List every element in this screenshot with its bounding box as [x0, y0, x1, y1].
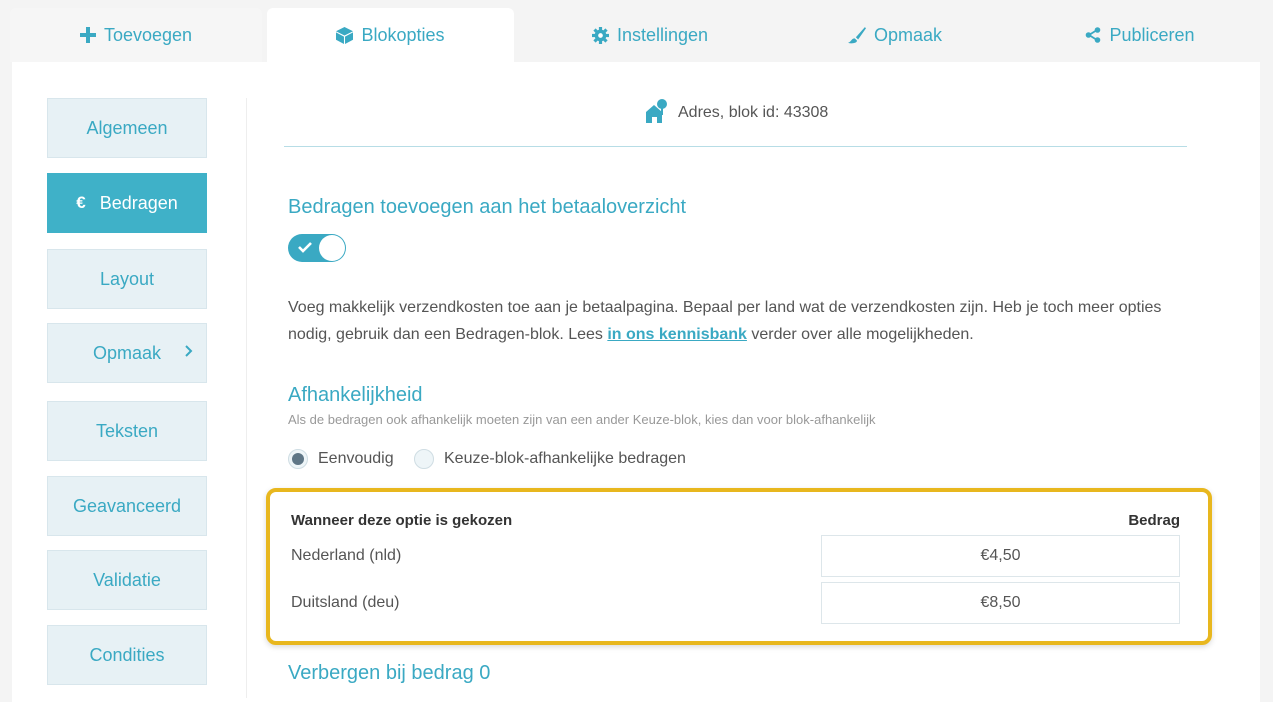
radio-keuze-blok-afhankelijk[interactable]: Keuze-blok-afhankelijke bedragen	[414, 449, 686, 469]
tab-label: Blokopties	[361, 24, 445, 45]
sidebar-item-label: Opmaak	[92, 342, 162, 363]
sidebar-item-algemeen[interactable]: Algemeen	[47, 98, 207, 158]
sidebar-item-label: Validatie	[93, 569, 161, 590]
share-icon	[1085, 27, 1101, 43]
cube-icon	[336, 26, 354, 44]
brush-icon	[847, 26, 866, 44]
block-id-text: Adres, blok id: 43308	[678, 104, 829, 121]
bedragen-toggle[interactable]	[288, 234, 346, 262]
sidebar-item-label: Condities	[89, 644, 165, 665]
tab-label: Toevoegen	[103, 24, 193, 45]
toggle-knob	[319, 235, 345, 261]
column-header-option: Wanneer deze optie is gekozen	[291, 512, 513, 529]
tab-opmaak[interactable]: Opmaak	[785, 8, 1005, 62]
header-divider	[284, 146, 1187, 147]
tab-label: Opmaak	[873, 24, 943, 45]
section-title-afhankelijkheid: Afhankelijkheid	[288, 384, 423, 406]
sidebar-item-label: Geavanceerd	[72, 495, 182, 516]
section-title-verbergen: Verbergen bij bedrag 0	[288, 662, 491, 684]
description: Voeg makkelijk verzendkosten toe aan je …	[288, 294, 1188, 348]
tab-label: Instellingen	[616, 24, 709, 45]
sidebar-item-geavanceerd[interactable]: Geavanceerd	[47, 476, 207, 536]
sidebar-item-teksten[interactable]: Teksten	[47, 401, 207, 461]
row-label-nederland: Nederland (nld)	[291, 547, 402, 564]
tab-instellingen[interactable]: Instellingen	[530, 8, 770, 62]
radio-indicator	[288, 449, 308, 469]
address-icon	[646, 98, 668, 128]
row-label-duitsland: Duitsland (deu)	[291, 594, 400, 611]
radio-label: Keuze-blok-afhankelijke bedragen	[444, 450, 686, 467]
sidebar-item-label: Algemeen	[86, 117, 168, 138]
sidebar-item-label: Bedragen	[99, 192, 178, 213]
amount-field-nederland[interactable]: €4,50	[821, 535, 1180, 577]
block-header: Adres, blok id: 43308	[646, 98, 829, 128]
sidebar-item-opmaak[interactable]: Opmaak	[47, 323, 207, 383]
amount-field-duitsland[interactable]: €8,50	[821, 582, 1180, 624]
section-title-bedragen: Bedragen toevoegen aan het betaaloverzic…	[288, 196, 687, 218]
euro-icon: €	[76, 193, 86, 212]
radio-label: Eenvoudig	[318, 450, 394, 467]
description-text-end: verder over alle mogelijkheden.	[746, 326, 974, 343]
chevron-right-icon	[184, 342, 194, 363]
tab-blokopties[interactable]: Blokopties	[267, 8, 514, 62]
dependency-note: Als de bedragen ook afhankelijk moeten z…	[288, 412, 876, 427]
radio-indicator	[414, 449, 434, 469]
column-header-amount: Bedrag	[1128, 512, 1180, 529]
radio-eenvoudig[interactable]: Eenvoudig	[288, 449, 394, 469]
tab-publiceren[interactable]: Publiceren	[1030, 8, 1250, 62]
kennisbank-link[interactable]: in ons kennisbank	[607, 326, 747, 343]
sidebar-item-condities[interactable]: Condities	[47, 625, 207, 685]
check-icon	[297, 240, 313, 259]
tab-label: Publiceren	[1109, 24, 1195, 45]
sidebar-item-label: Layout	[99, 268, 155, 289]
sidebar-item-label: Teksten	[95, 420, 159, 441]
content-divider	[246, 98, 247, 698]
sidebar-item-bedragen[interactable]: € Bedragen	[47, 173, 207, 233]
sidebar-item-layout[interactable]: Layout	[47, 249, 207, 309]
sidebar-item-validatie[interactable]: Validatie	[47, 550, 207, 610]
gear-icon	[591, 26, 609, 44]
tab-toevoegen[interactable]: Toevoegen	[10, 8, 262, 62]
plus-icon	[79, 27, 96, 43]
top-tabs: Toevoegen Blokopties Instellingen Opmaak…	[10, 8, 1262, 62]
